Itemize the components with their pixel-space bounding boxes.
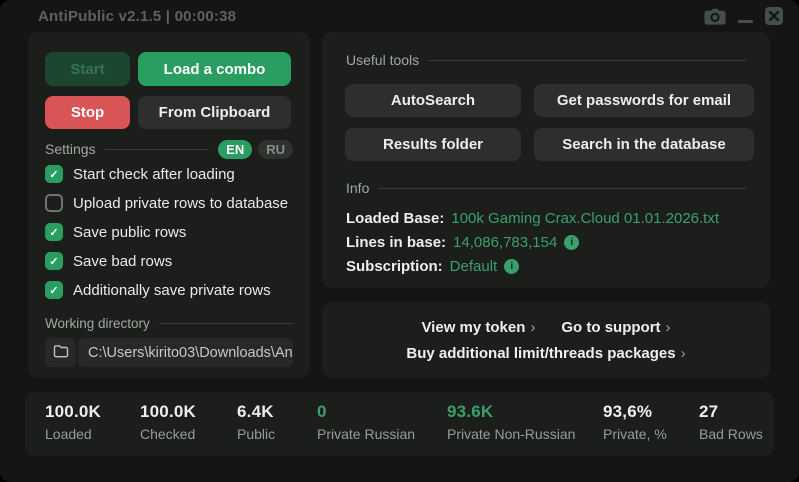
stats-bar: 100.0K Loaded 100.0K Checked 6.4K Public… [25,392,774,456]
checkbox-row-save-private[interactable]: ✓ Additionally save private rows [45,281,288,299]
chevron-right-icon: › [666,319,671,336]
control-panel: Start Load a combo Stop From Clipboard S… [28,32,310,378]
subscription-value: Default [450,258,498,275]
checkbox[interactable]: ✓ [45,223,63,241]
autosearch-button[interactable]: AutoSearch [345,84,521,117]
settings-header: Settings EN RU [45,138,293,160]
stat-private-percent: 93,6% Private, % [603,402,667,442]
checkbox-label: Save public rows [73,224,186,241]
lines-in-base-value: 14,086,783,154 [453,234,557,251]
working-directory-label: Working directory [45,316,150,331]
stat-label: Private Non-Russian [447,426,575,442]
info-rows: Loaded Base: 100k Gaming Crax.Cloud 01.0… [346,210,719,275]
loaded-base-label: Loaded Base: [346,210,444,227]
language-toggle-en[interactable]: EN [218,140,252,159]
checkbox[interactable]: ✓ [45,281,63,299]
divider [378,188,746,189]
stat-label: Private, % [603,426,667,442]
useful-tools-header: Useful tools [346,52,746,68]
stat-bad-rows: 27 Bad Rows [699,402,763,442]
checkbox-label: Additionally save private rows [73,282,271,299]
language-toggle-ru[interactable]: RU [258,140,293,159]
minimize-icon[interactable] [738,20,753,25]
support-link[interactable]: Go to support› [561,319,670,336]
checkbox-label: Start check after loading [73,166,235,183]
checkbox-row-upload-private[interactable]: Upload private rows to database [45,194,288,212]
stat-value: 100.0K [45,402,101,422]
stat-loaded: 100.0K Loaded [45,402,101,442]
working-directory-row: C:\Users\kirito03\Downloads\An... [45,338,293,367]
stat-value: 93.6K [447,402,575,422]
stat-label: Bad Rows [699,426,763,442]
stat-value: 6.4K [237,402,275,422]
search-database-button[interactable]: Search in the database [534,128,754,161]
checkbox[interactable]: ✓ [45,165,63,183]
stat-public: 6.4K Public [237,402,275,442]
stat-label: Private Russian [317,426,415,442]
stat-label: Checked [140,426,196,442]
checkbox-row-save-public[interactable]: ✓ Save public rows [45,223,288,241]
info-tooltip-icon[interactable]: i [504,259,519,274]
info-tooltip-icon[interactable]: i [564,235,579,250]
info-header: Info [346,180,746,196]
app-window: AntiPublic v2.1.5 | 00:00:38 Start Load … [0,0,799,482]
start-button[interactable]: Start [45,52,130,86]
window-controls [704,7,783,25]
view-token-link[interactable]: View my token› [421,319,535,336]
folder-icon [53,344,69,361]
stat-private-non-russian: 93.6K Private Non-Russian [447,402,575,442]
stat-value: 27 [699,402,763,422]
loaded-base-row: Loaded Base: 100k Gaming Crax.Cloud 01.0… [346,210,719,227]
get-passwords-button[interactable]: Get passwords for email [534,84,754,117]
divider [428,60,746,61]
results-folder-button[interactable]: Results folder [345,128,521,161]
chevron-right-icon: › [681,345,686,362]
stat-private-russian: 0 Private Russian [317,402,415,442]
lines-in-base-label: Lines in base: [346,234,446,251]
useful-tools-label: Useful tools [346,52,419,68]
stat-value: 93,6% [603,402,667,422]
links-panel: View my token› Go to support› Buy additi… [322,302,770,378]
checkbox-row-save-bad[interactable]: ✓ Save bad rows [45,252,288,270]
stat-label: Loaded [45,426,101,442]
divider [105,149,210,150]
checkbox[interactable] [45,194,63,212]
lines-in-base-row: Lines in base: 14,086,783,154 i [346,234,719,251]
titlebar: AntiPublic v2.1.5 | 00:00:38 [0,0,799,30]
from-clipboard-button[interactable]: From Clipboard [138,96,291,129]
info-label: Info [346,180,369,196]
tools-info-panel: Useful tools AutoSearch Get passwords fo… [322,32,770,288]
chevron-right-icon: › [530,319,535,336]
checkbox-label: Upload private rows to database [73,195,288,212]
window-title: AntiPublic v2.1.5 | 00:00:38 [38,8,236,25]
links-row-1: View my token› Go to support› [421,319,670,336]
subscription-label: Subscription: [346,258,443,275]
working-directory-header: Working directory [45,315,293,331]
screenshot-camera-icon[interactable] [704,8,726,25]
stat-checked: 100.0K Checked [140,402,196,442]
settings-checkbox-list: ✓ Start check after loading Upload priva… [45,165,288,299]
load-combo-button[interactable]: Load a combo [138,52,291,86]
divider [159,323,293,324]
subscription-row: Subscription: Default i [346,258,719,275]
checkbox[interactable]: ✓ [45,252,63,270]
close-icon[interactable] [765,7,783,25]
buy-packages-link[interactable]: Buy additional limit/threads packages› [406,345,685,362]
links-row-2: Buy additional limit/threads packages› [406,345,685,362]
stat-label: Public [237,426,275,442]
loaded-base-value: 100k Gaming Crax.Cloud 01.01.2026.txt [451,210,719,227]
settings-label: Settings [45,141,96,157]
checkbox-label: Save bad rows [73,253,172,270]
stat-value: 100.0K [140,402,196,422]
stat-value: 0 [317,402,415,422]
stop-button[interactable]: Stop [45,96,130,129]
working-directory-input[interactable]: C:\Users\kirito03\Downloads\An... [78,338,293,367]
checkbox-row-start-check[interactable]: ✓ Start check after loading [45,165,288,183]
tools-grid: AutoSearch Get passwords for email Resul… [345,84,754,161]
browse-folder-button[interactable] [45,338,76,367]
